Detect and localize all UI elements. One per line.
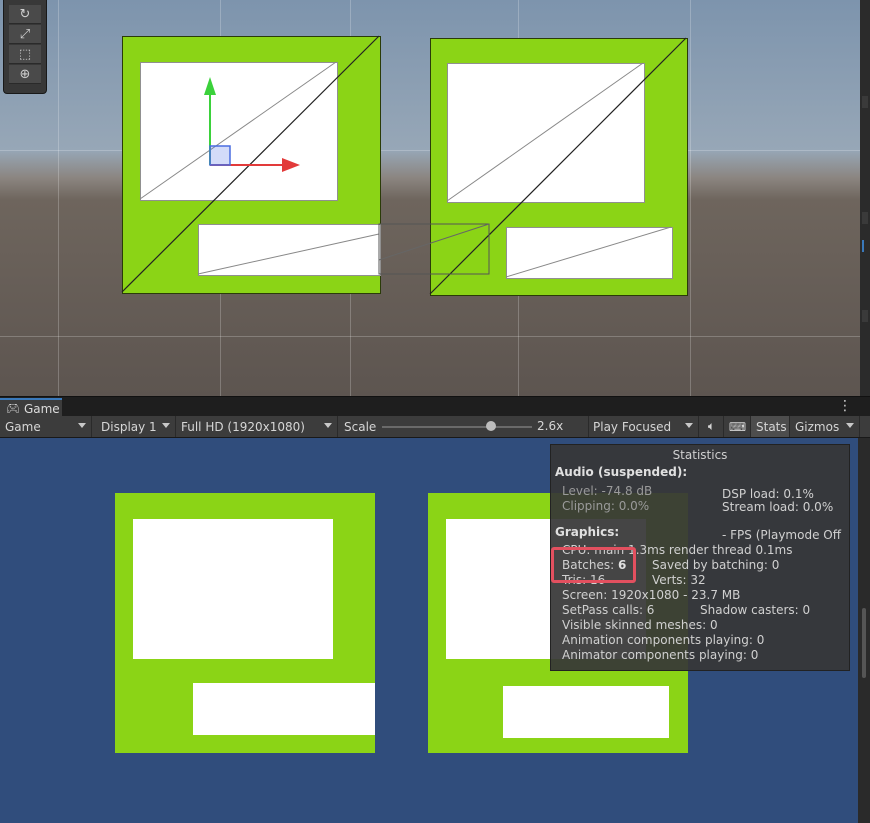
game-image-left-bottom [193, 683, 375, 735]
stats-screen: Screen: 1920x1080 - 23.7 MB [562, 588, 741, 602]
gizmos-button[interactable]: Gizmos [790, 416, 860, 437]
game-view-scrollbar[interactable] [858, 438, 870, 823]
stats-clipping: Clipping: 0.0% [562, 499, 650, 513]
scene-view[interactable]: ↻ ⤢ ⬚ ⊕ [0, 0, 860, 396]
stats-setpass: SetPass calls: 6 [562, 603, 655, 617]
stats-batches-value: 6 [618, 558, 627, 572]
view-dropdown[interactable]: Game [0, 416, 92, 437]
stats-button-label: Stats [756, 419, 787, 434]
stats-animator-components: Animator components playing: 0 [562, 648, 759, 662]
tool-palette: ↻ ⤢ ⬚ ⊕ [3, 0, 47, 94]
stats-verts: Verts: 32 [652, 573, 706, 587]
strip-mark [862, 212, 868, 224]
gamepad-icon: 🎮︎ [6, 402, 20, 415]
stats-tris: Tris: 16 [562, 573, 606, 587]
stats-title: Statistics [672, 448, 728, 462]
tab-game[interactable]: 🎮︎ Game [0, 398, 62, 417]
stats-graphics-header: Graphics: [555, 525, 620, 539]
scene-right-strip [860, 0, 870, 396]
rotate-tool-icon[interactable]: ↻ [9, 5, 41, 24]
game-tab-bar: 🎮︎ Game ⋮ [0, 396, 870, 417]
stats-button[interactable]: Stats [751, 416, 790, 437]
game-image-right-bottom [503, 686, 669, 738]
kebab-menu-icon[interactable]: ⋮ [838, 399, 852, 413]
scale-slider-track[interactable] [382, 426, 532, 428]
scene-wireframe-overlay [121, 35, 687, 295]
stats-cpu: CPU: main 1.3ms render thread 0.1ms [562, 543, 793, 557]
stats-animation-components: Animation components playing: 0 [562, 633, 765, 647]
play-mode-label: Play Focused [593, 419, 672, 434]
display-dropdown-label: Display 1 [101, 419, 157, 434]
view-dropdown-label: Game [5, 419, 41, 434]
scale-value: 2.6x [537, 419, 564, 433]
stats-batches: Batches: 6 [562, 558, 626, 572]
audio-icon[interactable]: 🔈︎ [700, 416, 724, 437]
stats-audio-header: Audio (suspended): [555, 465, 688, 479]
rect-tool-icon[interactable]: ⬚ [9, 45, 41, 64]
stats-stream-load: Stream load: 0.0% [722, 500, 834, 514]
scale-label: Scale [344, 419, 377, 434]
strip-mark [862, 240, 864, 252]
stats-batches-label: Batches: [562, 558, 615, 572]
stats-saved-by-batching: Saved by batching: 0 [652, 558, 780, 572]
stats-fps: - FPS (Playmode Off [722, 528, 841, 542]
strip-mark [862, 96, 868, 108]
statistics-panel: Statistics Audio (suspended): Level: -74… [550, 444, 850, 671]
resolution-dropdown-label: Full HD (1920x1080) [181, 419, 305, 434]
scale-slider-handle[interactable] [486, 421, 496, 431]
strip-mark [862, 310, 868, 322]
stats-level: Level: -74.8 dB [562, 484, 653, 498]
game-toolbar: Game Display 1 Full HD (1920x1080) Scale… [0, 416, 870, 438]
tab-game-label: Game [23, 401, 60, 416]
game-image-left-top [133, 519, 333, 659]
display-dropdown[interactable]: Display 1 [96, 416, 176, 437]
stats-shadow-casters: Shadow casters: 0 [700, 603, 811, 617]
gizmos-button-label: Gizmos [795, 419, 840, 434]
transform-tool-icon[interactable]: ⊕ [9, 65, 41, 84]
play-mode-dropdown[interactable]: Play Focused [588, 416, 699, 437]
stats-skinned-meshes: Visible skinned meshes: 0 [562, 618, 718, 632]
grid-icon[interactable]: ⌨︎ [725, 416, 751, 437]
stats-dsp-load: DSP load: 0.1% [722, 487, 814, 501]
resolution-dropdown[interactable]: Full HD (1920x1080) [176, 416, 338, 437]
scale-tool-icon[interactable]: ⤢ [9, 25, 41, 44]
